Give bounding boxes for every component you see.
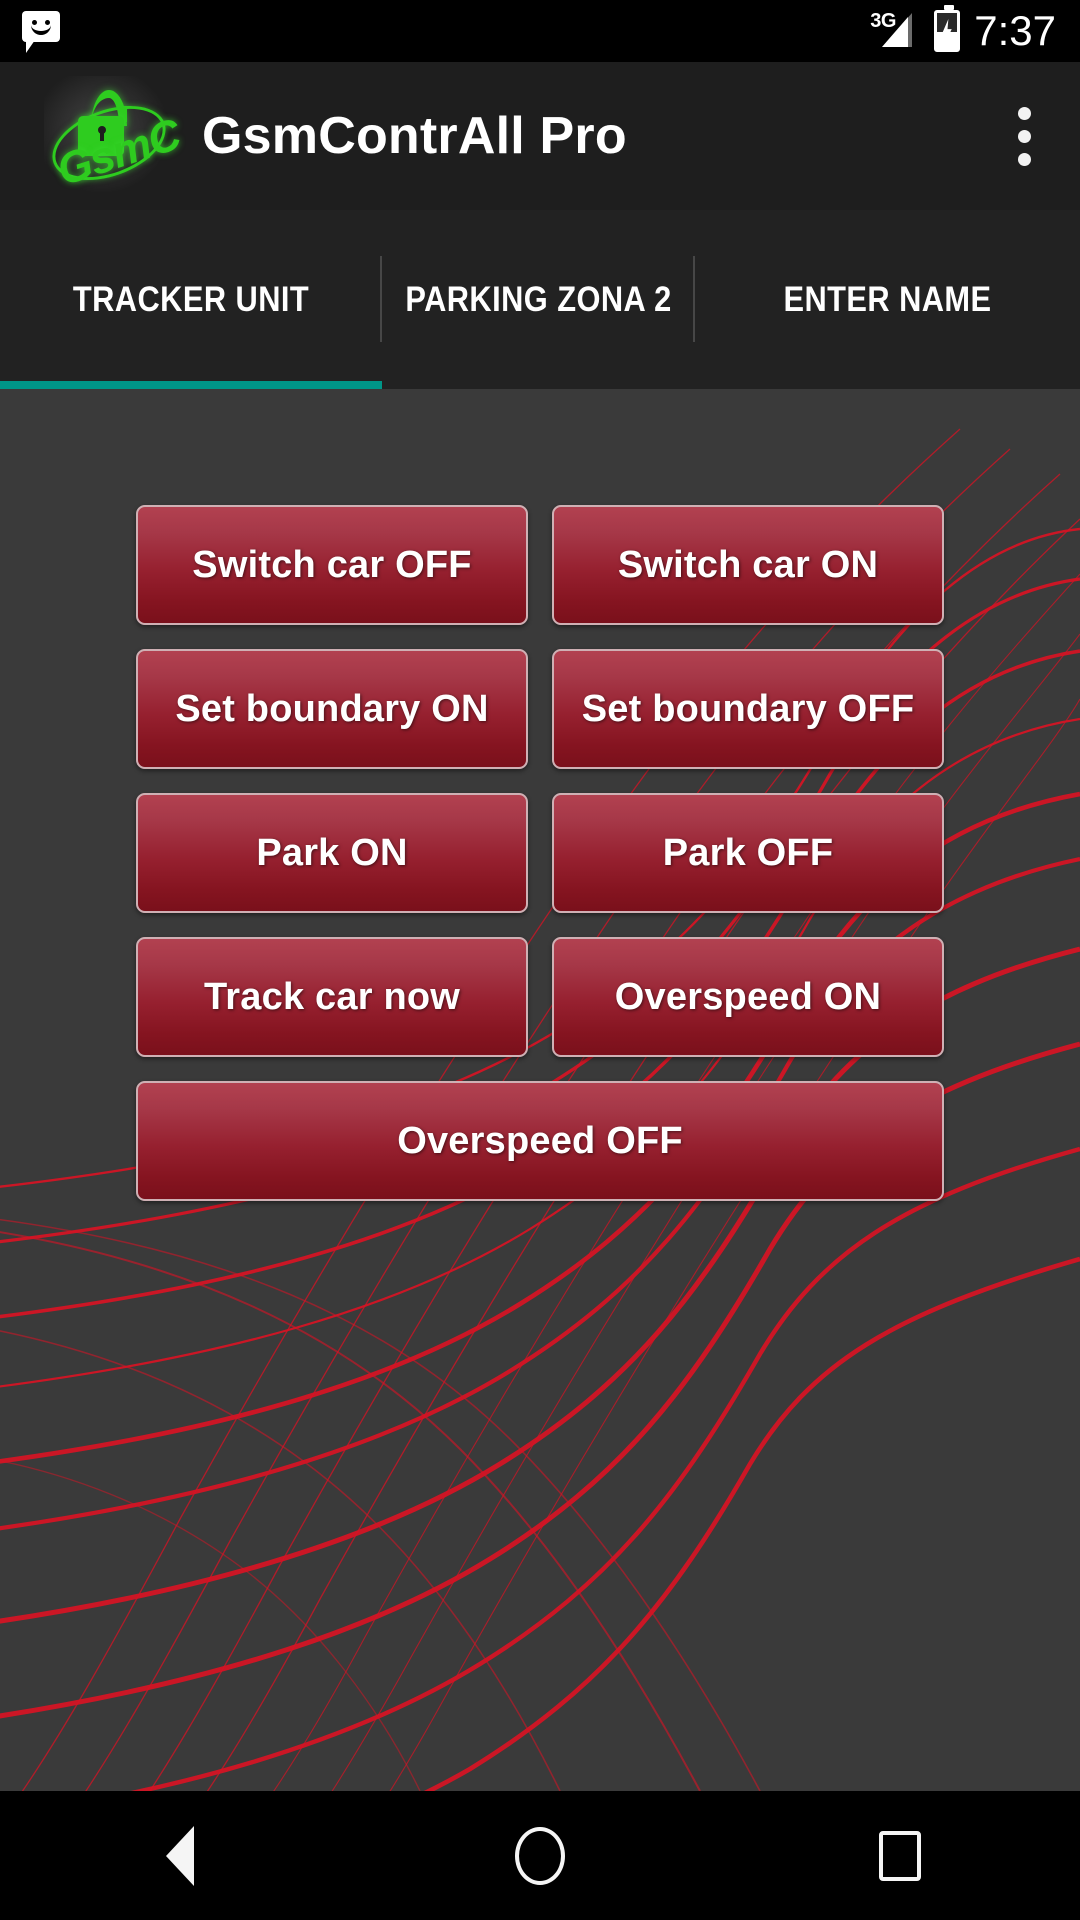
tab-label-enter-name: ENTER NAME [783, 279, 992, 319]
park-off-button[interactable]: Park OFF [552, 793, 944, 913]
track-car-now-button[interactable]: Track car now [136, 937, 528, 1057]
android-navigation-bar [0, 1791, 1080, 1920]
tab-bar: TRACKER UNIT PARKING ZONA 2 ENTER NAME [0, 210, 1080, 389]
back-triangle-icon[interactable] [110, 1791, 250, 1920]
switch-car-on-button[interactable]: Switch car ON [552, 505, 944, 625]
phone-screen: 3G 7:37 GsmC GsmContrAll Pro TRACKER UNI… [0, 0, 1080, 1920]
set-boundary-off-button[interactable]: Set boundary OFF [552, 649, 944, 769]
app-bar: GsmC GsmContrAll Pro [0, 62, 1080, 210]
network-type-label: 3G [870, 10, 896, 32]
tab-tracker-unit[interactable]: TRACKER UNIT [0, 210, 382, 389]
recents-square-icon[interactable] [830, 1791, 970, 1920]
overspeed-on-button[interactable]: Overspeed ON [552, 937, 944, 1057]
overspeed-off-button[interactable]: Overspeed OFF [136, 1081, 944, 1201]
tab-label-parking-zona-2: PARKING ZONA 2 [405, 279, 672, 319]
tab-label-tracker-unit: TRACKER UNIT [72, 279, 310, 319]
park-on-button[interactable]: Park ON [136, 793, 528, 913]
app-title: GsmContrAll Pro [202, 107, 627, 165]
button-row: Park ON Park OFF [0, 793, 1080, 913]
button-row: Overspeed OFF [0, 1081, 1080, 1201]
status-bar-left [0, 11, 60, 53]
tab-active-indicator [0, 381, 382, 389]
button-row: Switch car OFF Switch car ON [0, 505, 1080, 625]
battery-charging-icon [934, 5, 961, 52]
status-bar-clock: 7:37 [974, 7, 1056, 54]
switch-car-off-button[interactable]: Switch car OFF [136, 505, 528, 625]
status-bar: 3G 7:37 [0, 0, 1080, 62]
home-circle-icon[interactable] [470, 1791, 610, 1920]
button-row: Set boundary ON Set boundary OFF [0, 649, 1080, 769]
main-content: Switch car OFF Switch car ON Set boundar… [0, 389, 1080, 1791]
button-row: Track car now Overspeed ON [0, 937, 1080, 1057]
set-boundary-on-button[interactable]: Set boundary ON [136, 649, 528, 769]
signal-bars-icon: 3G [870, 10, 920, 51]
status-bar-right: 3G 7:37 [870, 5, 1080, 54]
tab-enter-name[interactable]: ENTER NAME [695, 210, 1080, 389]
gsmc-padlock-logo: GsmC [42, 76, 186, 196]
tab-parking-zona-2[interactable]: PARKING ZONA 2 [382, 210, 695, 389]
overflow-menu-icon[interactable] [1006, 90, 1042, 182]
sms-smiley-icon [22, 11, 60, 53]
control-button-grid: Switch car OFF Switch car ON Set boundar… [0, 389, 1080, 1225]
